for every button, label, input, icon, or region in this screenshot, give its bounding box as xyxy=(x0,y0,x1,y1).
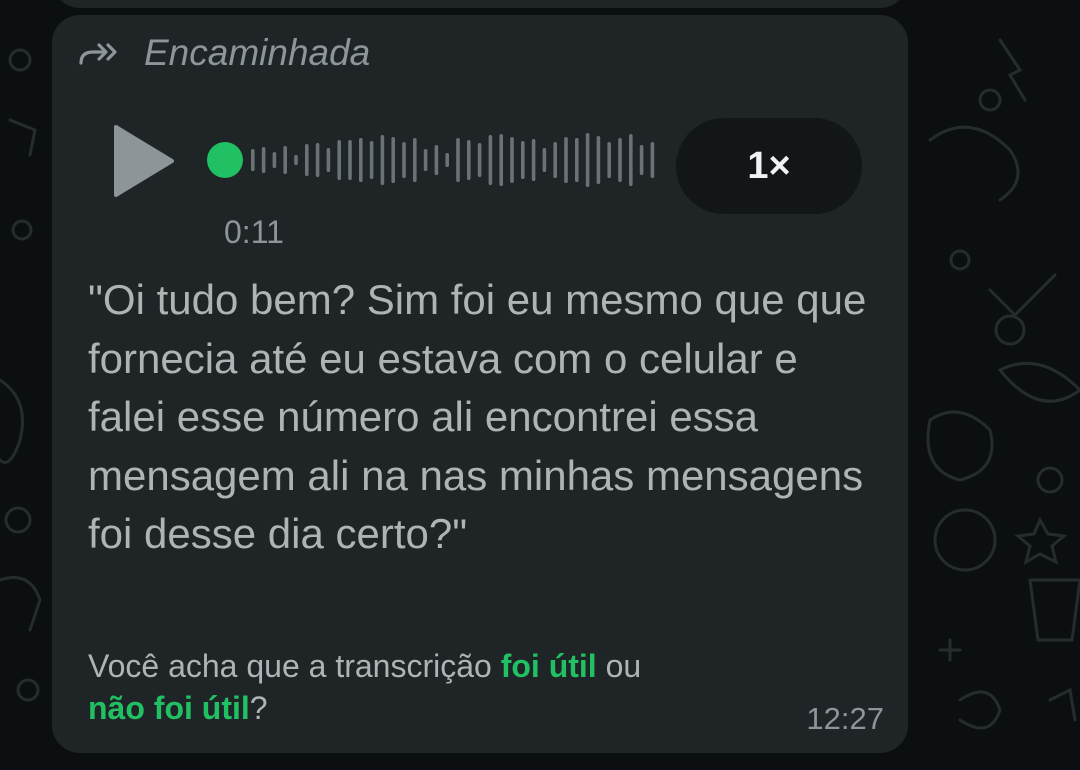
waveform-bar xyxy=(251,149,255,171)
waveform-bar xyxy=(510,137,514,183)
waveform-bar xyxy=(434,145,439,175)
waveform-bar xyxy=(585,133,590,187)
transcription-feedback: Você acha que a transcrição foi útil ou n… xyxy=(88,645,808,729)
waveform-bar xyxy=(564,137,568,183)
waveform-bar xyxy=(650,142,655,178)
waveform-bar xyxy=(413,138,417,182)
waveform-bar xyxy=(380,135,385,185)
waveform-bar xyxy=(283,146,287,174)
waveform-bar xyxy=(369,141,374,179)
waveform-bar xyxy=(348,140,352,180)
voice-message-bubble[interactable]: Encaminhada 1× 0:11 "Oi tudo bem? Sim fo… xyxy=(52,15,908,753)
waveform-bar xyxy=(499,134,503,186)
waveform-bar xyxy=(553,142,557,178)
waveform-bar xyxy=(315,143,320,177)
waveform-bar xyxy=(391,137,395,183)
waveform-bar xyxy=(445,153,449,167)
waveform-bar xyxy=(456,138,460,182)
waveform-bar xyxy=(618,138,622,182)
waveform-bar xyxy=(629,134,633,186)
feedback-useful-link[interactable]: foi útil xyxy=(501,648,597,684)
waveform-bar xyxy=(521,141,525,179)
forward-icon xyxy=(79,43,117,65)
waveform-bar xyxy=(467,140,471,180)
play-icon xyxy=(114,125,174,197)
waveform-bar xyxy=(639,145,644,175)
audio-waveform[interactable] xyxy=(247,125,657,195)
message-timestamp: 12:27 xyxy=(806,701,884,736)
waveform-bar xyxy=(337,140,341,180)
playback-speed-button[interactable]: 1× xyxy=(676,118,862,214)
forwarded-label: Encaminhada xyxy=(144,32,371,73)
waveform-bar xyxy=(488,135,493,185)
forwarded-header: Encaminhada xyxy=(78,31,370,75)
waveform-bar xyxy=(272,152,277,168)
feedback-prefix: Você acha que a transcrição xyxy=(88,648,501,684)
feedback-not-useful-link[interactable]: não foi útil xyxy=(88,690,250,726)
waveform-bar xyxy=(305,144,309,176)
waveform-bar xyxy=(596,136,601,184)
feedback-suffix: ? xyxy=(249,690,268,726)
feedback-middle: ou xyxy=(596,648,642,684)
waveform-bar xyxy=(423,149,428,171)
waveform-bar xyxy=(575,138,579,182)
waveform-bar xyxy=(359,138,363,182)
waveform-bar xyxy=(531,139,536,181)
play-button[interactable] xyxy=(108,121,178,201)
waveform-bar xyxy=(477,143,482,177)
playback-position-dot[interactable] xyxy=(207,142,243,178)
audio-duration: 0:11 xyxy=(224,214,284,250)
waveform-bar xyxy=(542,148,547,172)
waveform-bar xyxy=(326,148,331,172)
waveform-bar xyxy=(294,155,298,165)
waveform-bar xyxy=(402,142,406,178)
waveform-bar xyxy=(261,147,266,173)
waveform-bar xyxy=(607,142,611,178)
previous-message-bubble xyxy=(52,0,908,8)
transcription-text: "Oi tudo bem? Sim foi eu mesmo que que f… xyxy=(88,276,867,557)
